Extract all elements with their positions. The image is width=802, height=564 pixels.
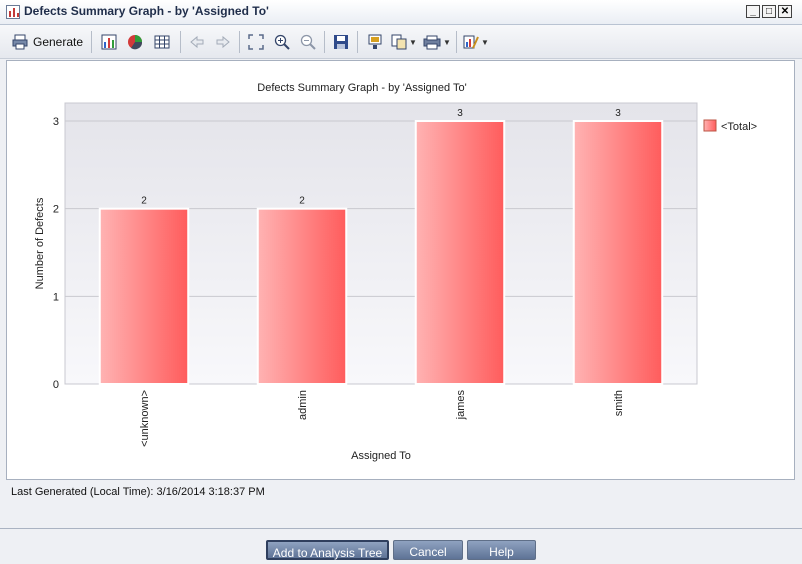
bar-chart-button[interactable] [98,31,120,53]
data-grid-button[interactable] [151,31,173,53]
window-title-bar[interactable]: Defects Summary Graph - by 'Assigned To'… [0,0,802,25]
save-icon [334,35,348,49]
toolbar-separator [239,31,240,53]
bar-value-label: 3 [615,108,621,119]
x-tick-label: admin [297,390,309,420]
graph-app-icon [6,5,20,19]
y-tick-label: 2 [53,204,59,216]
bar-0 [98,207,190,385]
toolbar-separator [456,31,457,53]
toolbar: Generate ▼ ▼ ▼ [0,25,802,59]
chevron-down-icon: ▼ [409,37,417,47]
graph-options-button[interactable]: ▼ [462,31,490,53]
chart-legend: <Total> [703,119,757,133]
back-button[interactable] [186,31,208,53]
last-generated-status: Last Generated (Local Time): 3/16/2014 3… [11,486,265,498]
printer-icon [12,34,28,50]
export-button[interactable] [364,31,386,53]
chart-title: Defects Summary Graph - by 'Assigned To' [257,82,466,94]
footer-divider [0,528,802,529]
zoom-out-icon [300,34,316,50]
graph-options-icon [463,35,479,49]
grid-icon [154,35,170,49]
maximize-button[interactable]: □ [762,5,776,18]
generate-label: Generate [33,35,84,49]
toolbar-separator [357,31,358,53]
bar-value-label: 2 [299,196,305,207]
copy-button[interactable]: ▼ [390,31,418,53]
bar-chart-icon [101,34,117,50]
fit-icon [248,34,264,50]
y-tick-label: 1 [53,291,59,303]
zoom-out-button[interactable] [297,31,319,53]
x-tick-label: james [455,390,467,421]
x-axis-label: Assigned To [351,450,411,462]
bar-1 [256,207,348,385]
legend-swatch [703,119,717,132]
export-icon [368,34,382,49]
window-title: Defects Summary Graph - by 'Assigned To' [24,4,269,18]
toolbar-separator [91,31,92,53]
bar-value-label: 3 [457,108,463,119]
legend-entry: <Total> [721,121,757,133]
x-tick-label: smith [613,390,625,416]
y-tick-label: 3 [53,116,59,128]
fit-to-window-button[interactable] [245,31,267,53]
bar-value-label: 2 [141,196,147,207]
chevron-down-icon: ▼ [481,37,489,47]
toolbar-separator [324,31,325,53]
y-tick-label: 0 [53,379,59,391]
y-axis-label: Number of Defects [34,197,46,289]
chart-panel: Defects Summary Graph - by 'Assigned To'… [6,60,795,480]
bar-chart: Defects Summary Graph - by 'Assigned To'… [34,82,757,462]
bar-2 [414,120,506,385]
forward-arrow-icon [216,35,230,49]
save-button[interactable] [330,31,352,53]
zoom-in-button[interactable] [271,31,293,53]
help-button[interactable]: Help [467,540,536,560]
generate-button[interactable]: Generate [12,31,83,53]
forward-button[interactable] [212,31,234,53]
bar-3 [572,120,664,385]
pie-chart-icon [128,35,143,50]
print-button[interactable]: ▼ [422,31,452,53]
toolbar-separator [180,31,181,53]
add-to-analysis-tree-button[interactable]: Add to Analysis Tree [266,540,389,560]
x-tick-label: <unknown> [139,390,151,447]
copy-icon [391,34,407,50]
print-icon [423,35,441,50]
zoom-in-icon [274,34,290,50]
close-button[interactable]: ✕ [778,5,792,18]
back-arrow-icon [190,35,204,49]
pie-chart-button[interactable] [124,31,146,53]
minimize-button[interactable]: _ [746,5,760,18]
chevron-down-icon: ▼ [443,37,451,47]
cancel-button[interactable]: Cancel [393,540,463,560]
